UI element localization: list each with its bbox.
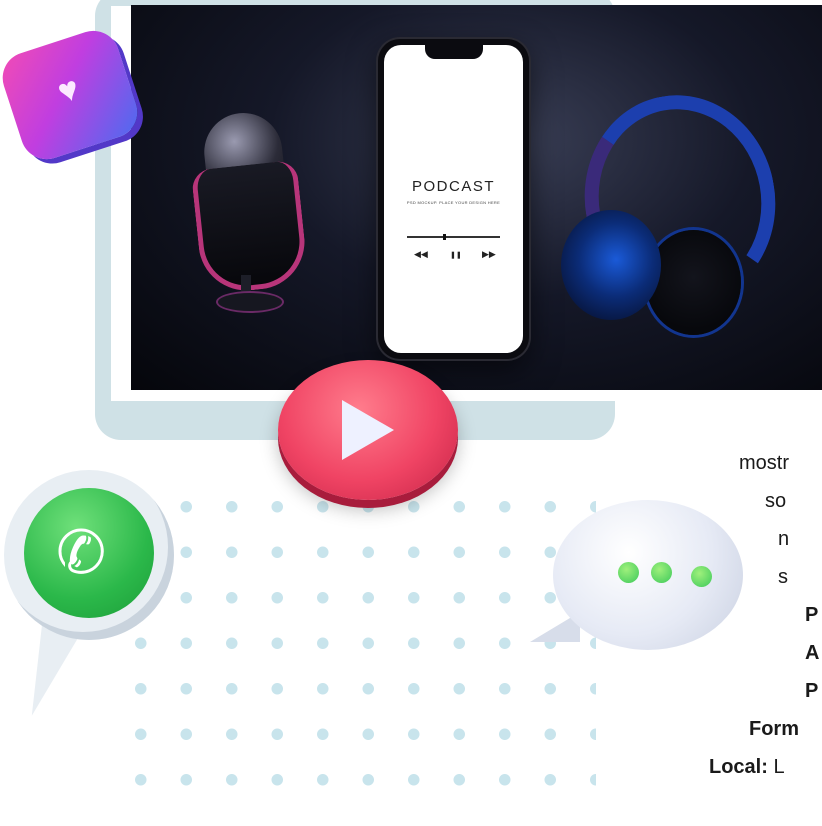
play-icon (342, 400, 394, 460)
text-line: n (778, 528, 790, 550)
text-line: A (805, 642, 820, 664)
progress-track (407, 234, 500, 240)
chat-dot (691, 566, 712, 587)
podcast-title: PODCAST (411, 178, 495, 195)
text-line: P (805, 604, 819, 626)
text-line: mostr (739, 452, 789, 474)
location-value: L (767, 756, 785, 778)
chat-dot (651, 562, 672, 583)
text-line: Form (749, 718, 799, 740)
whatsapp-icon: ✆ (4, 470, 174, 640)
chat-dot (618, 562, 639, 583)
dot-pattern (126, 492, 596, 812)
whatsapp-inner: ✆ (24, 488, 154, 618)
headphones-right-cup (646, 230, 741, 335)
location-label: Local: (709, 756, 768, 778)
progress-knob (443, 234, 446, 240)
location-line: Local: L (709, 756, 785, 779)
rewind-icon: ◀◀ (414, 249, 428, 259)
text-line: P (805, 680, 819, 702)
headphones-icon (561, 210, 661, 320)
podcast-subtitle: PSD MOCKUP. PLACE YOUR DESIGN HERE (406, 200, 501, 205)
phone-mockup: PODCAST PSD MOCKUP. PLACE YOUR DESIGN HE… (378, 39, 529, 359)
chat-bubble-icon (553, 500, 743, 650)
podcast-banner-image: PODCAST PSD MOCKUP. PLACE YOUR DESIGN HE… (131, 5, 822, 390)
heart-icon: ♥ (52, 69, 84, 112)
text-line: s (778, 566, 788, 588)
microphone-base (218, 293, 282, 311)
phone-notch (424, 45, 483, 59)
text-line: so (765, 490, 787, 512)
phone-screen: PODCAST PSD MOCKUP. PLACE YOUR DESIGN HE… (384, 45, 523, 353)
pause-icon: ❚❚ (450, 252, 462, 259)
phone-icon: ✆ (56, 519, 107, 586)
forward-icon: ▶▶ (482, 249, 496, 259)
play-button[interactable] (278, 360, 458, 500)
